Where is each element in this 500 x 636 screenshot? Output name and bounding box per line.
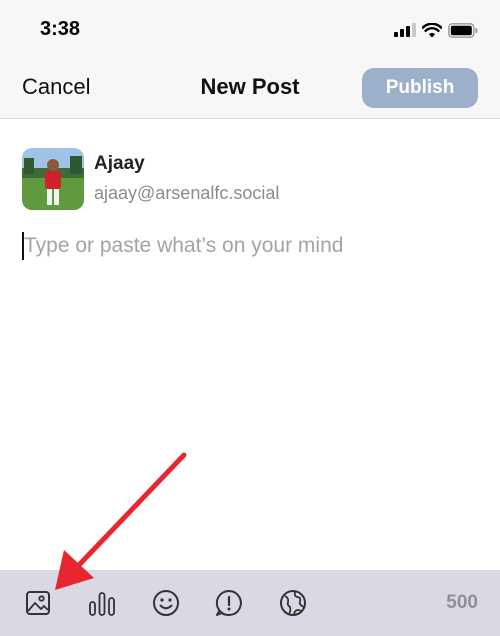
wifi-icon	[422, 22, 442, 37]
compose-toolbar: 500	[0, 570, 500, 636]
content-warning-button[interactable]	[213, 587, 245, 619]
content-warning-icon	[215, 589, 242, 616]
add-media-button[interactable]	[22, 587, 54, 619]
image-icon	[26, 591, 50, 615]
top-bar: 3:38 Cancel New Post Publish	[0, 0, 500, 119]
avatar-photo	[22, 148, 84, 210]
author-name: Ajaay	[94, 153, 145, 174]
avatar	[22, 148, 84, 210]
cancel-button[interactable]: Cancel	[22, 74, 90, 100]
author-handle: ajaay@arsenalfc.social	[94, 183, 280, 203]
cellular-signal-icon	[394, 23, 416, 37]
add-poll-button[interactable]	[86, 587, 118, 619]
new-post-screen: 3:38 Cancel New Post Publish Ajaay ajaay…	[0, 0, 500, 636]
publish-button[interactable]: Publish	[362, 68, 478, 108]
visibility-globe-icon	[280, 590, 306, 616]
visibility-button[interactable]	[277, 587, 309, 619]
status-time: 3:38	[40, 18, 81, 40]
status-icons	[394, 20, 478, 40]
poll-icon	[89, 592, 115, 616]
emoji-icon	[153, 590, 179, 616]
character-counter: 500	[446, 592, 478, 613]
add-emoji-button[interactable]	[150, 587, 182, 619]
post-text-input[interactable]	[24, 230, 484, 262]
battery-icon	[448, 22, 478, 38]
